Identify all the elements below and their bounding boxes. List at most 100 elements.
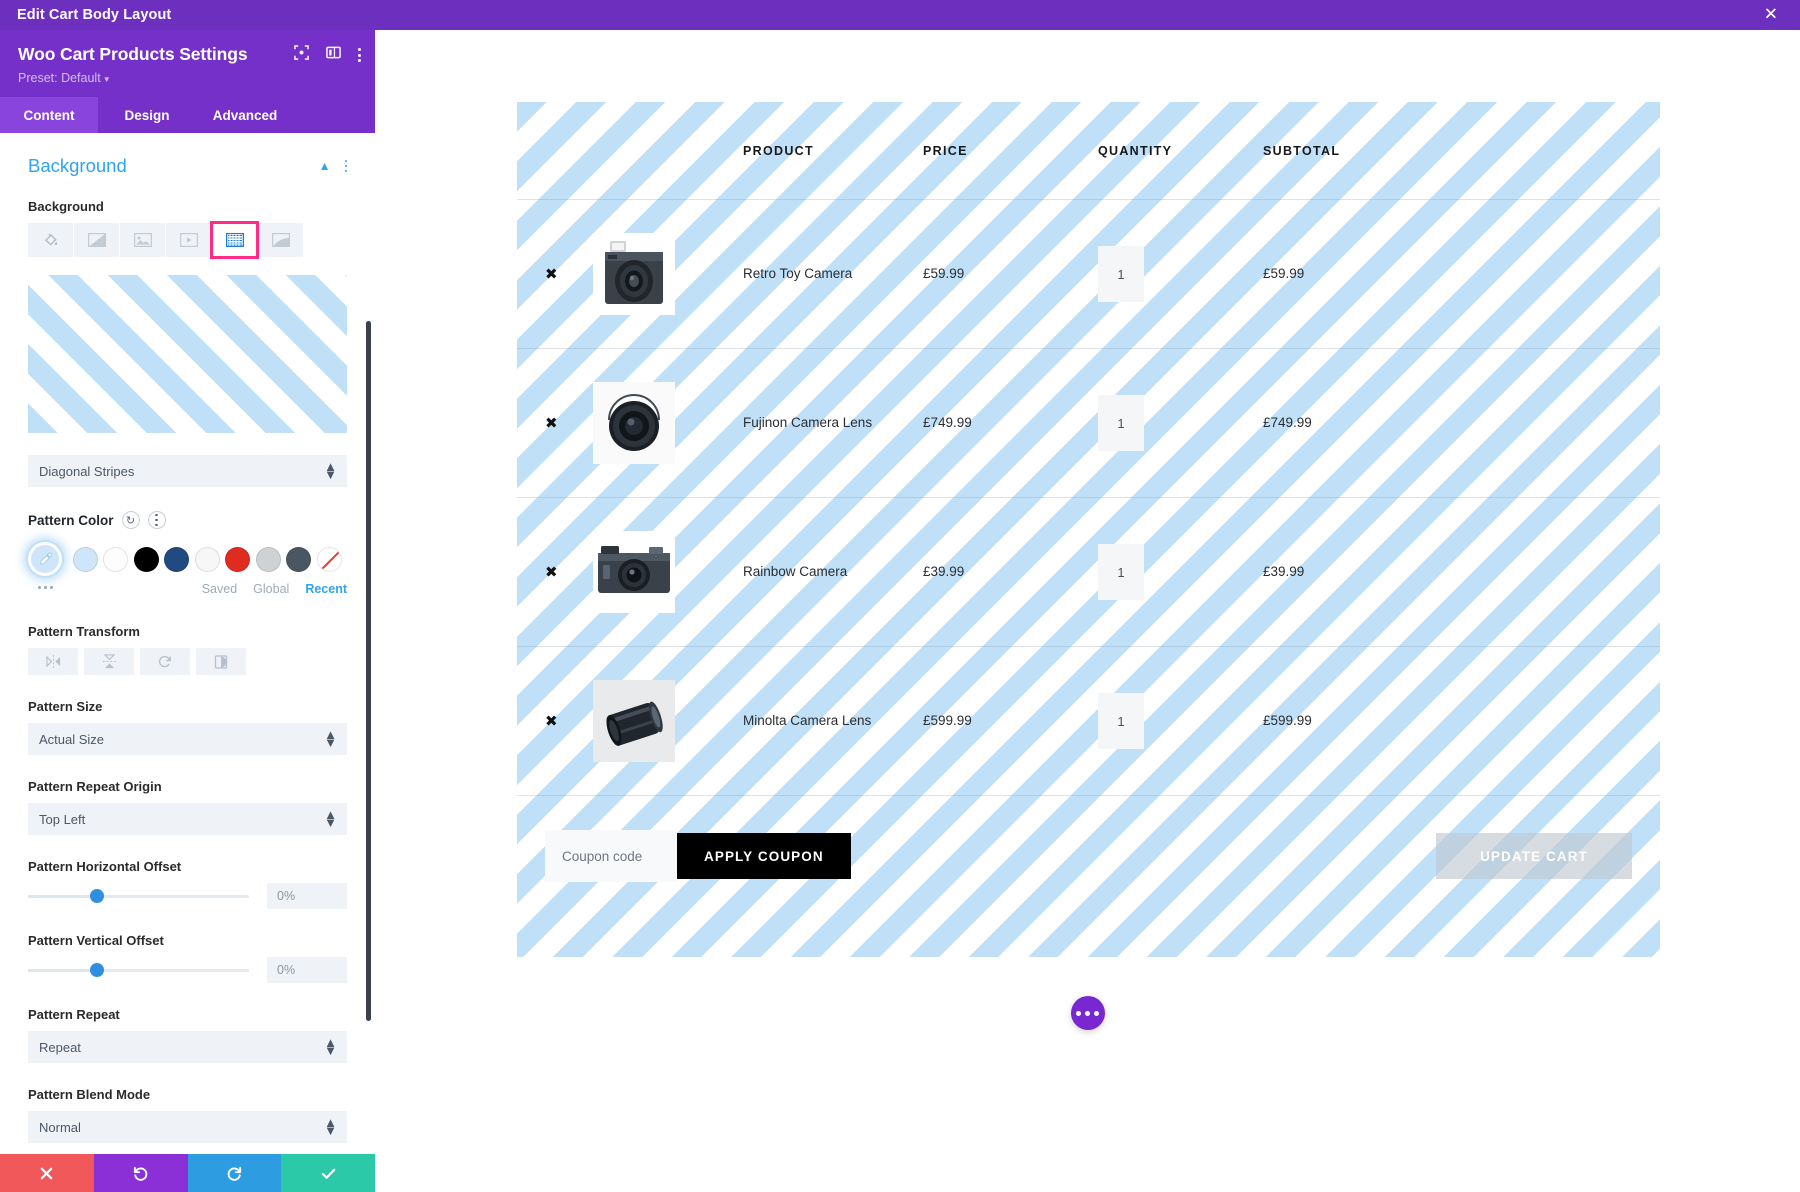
pattern-icon[interactable] — [210, 221, 259, 259]
flip-vertical-icon[interactable] — [84, 648, 134, 675]
pattern-size-select[interactable]: Actual Size ▲ ▼ — [28, 723, 347, 755]
cart-module: PRODUCT PRICE QUANTITY SUBTOTAL ✖ Retro … — [517, 102, 1660, 957]
pattern-preview — [28, 275, 347, 433]
fujinon-camera-lens-thumbnail[interactable] — [593, 382, 743, 464]
swatch-navy[interactable] — [164, 546, 189, 572]
reset-icon[interactable]: ↻ — [121, 511, 140, 529]
remove-item-icon[interactable]: ✖ — [545, 414, 558, 432]
minolta-camera-lens-thumbnail[interactable] — [593, 680, 743, 762]
quantity-input[interactable]: 1 — [1098, 544, 1144, 600]
dot — [1076, 1010, 1081, 1016]
more-vertical-icon[interactable] — [147, 511, 166, 529]
swatch-red[interactable] — [225, 546, 250, 572]
save-button[interactable] — [281, 1154, 375, 1192]
slider-fill — [28, 894, 97, 898]
swatch-white[interactable] — [103, 546, 128, 572]
swatch-light-gray[interactable] — [255, 546, 281, 572]
pattern-select[interactable]: Diagonal Stripes ▲ ▼ — [28, 455, 347, 487]
swatch-tab-saved[interactable]: Saved — [202, 582, 237, 596]
pattern-repeat-select[interactable]: Repeat ▲ ▼ — [28, 1031, 347, 1063]
panel-scrollbar[interactable] — [366, 321, 371, 1021]
rotate-icon[interactable] — [140, 648, 190, 675]
tab-design[interactable]: Design — [98, 97, 196, 133]
more-horizontal-icon[interactable] — [38, 586, 53, 589]
product-name[interactable]: Minolta Camera Lens — [743, 713, 871, 728]
pattern-vertical-offset-slider[interactable]: 0% — [28, 957, 347, 983]
rainbow-camera-thumbnail[interactable] — [593, 531, 743, 613]
more-vertical-icon[interactable] — [358, 48, 361, 62]
mask-icon[interactable] — [258, 223, 303, 257]
background-type-row — [28, 221, 347, 259]
undo-button[interactable] — [93, 1154, 188, 1192]
stepper-arrows-icon: ▲ ▼ — [324, 727, 337, 750]
pattern-repeat-value: Repeat — [39, 1039, 81, 1055]
pattern-horizontal-offset-slider[interactable]: 0% — [28, 883, 347, 909]
color-fill-icon[interactable] — [28, 223, 73, 257]
product-subtotal: £599.99 — [1263, 713, 1312, 728]
background-label: Background — [28, 199, 104, 214]
slider-knob[interactable] — [89, 963, 104, 977]
layout-columns-icon[interactable] — [326, 45, 341, 65]
slider-track[interactable] — [28, 963, 249, 977]
quantity-input[interactable]: 1 — [1098, 395, 1144, 451]
product-name[interactable]: Rainbow Camera — [743, 564, 847, 579]
remove-item-icon[interactable]: ✖ — [545, 563, 558, 581]
focus-icon[interactable] — [294, 45, 309, 65]
pattern-blend-mode-select[interactable]: Normal ▲ ▼ — [28, 1111, 347, 1143]
swatch-offwhite[interactable] — [194, 546, 220, 572]
panel-body: Background ▲ Background Diagonal Stripes… — [0, 133, 375, 1192]
more-vertical-icon[interactable] — [344, 159, 347, 173]
pattern-repeat-origin-select[interactable]: Top Left ▲ ▼ — [28, 803, 347, 835]
swatch-tab-global[interactable]: Global — [253, 582, 289, 596]
settings-panel: Woo Cart Products Settings Preset: Defau… — [0, 30, 375, 1192]
panel-header: Woo Cart Products Settings Preset: Defau… — [0, 30, 375, 97]
pattern-repeat-origin-value: Top Left — [39, 811, 86, 827]
quantity-input[interactable]: 1 — [1098, 693, 1144, 749]
preset-selector[interactable]: Preset: Default ▼ — [18, 71, 357, 85]
eyedropper-icon[interactable] — [28, 542, 62, 576]
pattern-horizontal-offset-label: Pattern Horizontal Offset — [28, 859, 182, 874]
pattern-repeat-origin-label: Pattern Repeat Origin — [28, 779, 162, 794]
invert-icon[interactable] — [196, 648, 246, 675]
swatch-tab-recent[interactable]: Recent — [305, 582, 347, 596]
chevron-up-icon[interactable]: ▲ — [319, 159, 331, 173]
swatch-none[interactable] — [316, 546, 342, 572]
remove-item-icon[interactable]: ✖ — [545, 712, 558, 730]
cart-table-header: PRODUCT PRICE QUANTITY SUBTOTAL — [517, 102, 1660, 200]
pattern-color-label: Pattern Color — [28, 512, 114, 528]
pattern-vertical-offset-input[interactable]: 0% — [267, 957, 347, 983]
flip-horizontal-icon[interactable] — [28, 648, 78, 675]
slider-fill — [28, 968, 97, 972]
column-header-subtotal: SUBTOTAL — [1263, 143, 1341, 158]
redo-button[interactable] — [187, 1154, 282, 1192]
quantity-input[interactable]: 1 — [1098, 246, 1144, 302]
product-name[interactable]: Fujinon Camera Lens — [743, 415, 872, 430]
pattern-size-value: Actual Size — [39, 731, 105, 747]
gradient-icon[interactable] — [74, 223, 119, 257]
update-cart-button[interactable]: UPDATE CART — [1436, 833, 1632, 879]
column-header-quantity: QUANTITY — [1098, 143, 1173, 158]
slider-knob[interactable] — [89, 889, 104, 903]
image-icon[interactable] — [120, 223, 165, 257]
tab-content[interactable]: Content — [0, 97, 98, 133]
slider-track[interactable] — [28, 889, 249, 903]
dot — [1094, 1010, 1099, 1016]
swatch-black[interactable] — [133, 546, 159, 572]
cancel-button[interactable] — [0, 1154, 94, 1192]
product-name[interactable]: Retro Toy Camera — [743, 266, 852, 281]
pattern-horizontal-offset-input[interactable]: 0% — [267, 883, 347, 909]
close-icon[interactable]: ✕ — [1764, 6, 1778, 24]
coupon-code-input[interactable]: Coupon code — [545, 830, 677, 882]
tab-advanced[interactable]: Advanced — [196, 97, 294, 133]
swatch-light-blue[interactable] — [72, 546, 98, 572]
pattern-size-label: Pattern Size — [28, 699, 103, 714]
swatch-slate[interactable] — [286, 546, 311, 572]
column-header-price: PRICE — [923, 143, 968, 158]
page-settings-fab[interactable] — [1070, 996, 1105, 1030]
video-icon[interactable] — [166, 223, 211, 257]
remove-item-icon[interactable]: ✖ — [545, 265, 558, 283]
retro-toy-camera-thumbnail[interactable] — [593, 233, 743, 315]
stepper-arrows-icon: ▲ ▼ — [324, 1035, 337, 1058]
top-bar: Edit Cart Body Layout ✕ — [0, 0, 1800, 30]
apply-coupon-button[interactable]: APPLY COUPON — [677, 833, 851, 879]
